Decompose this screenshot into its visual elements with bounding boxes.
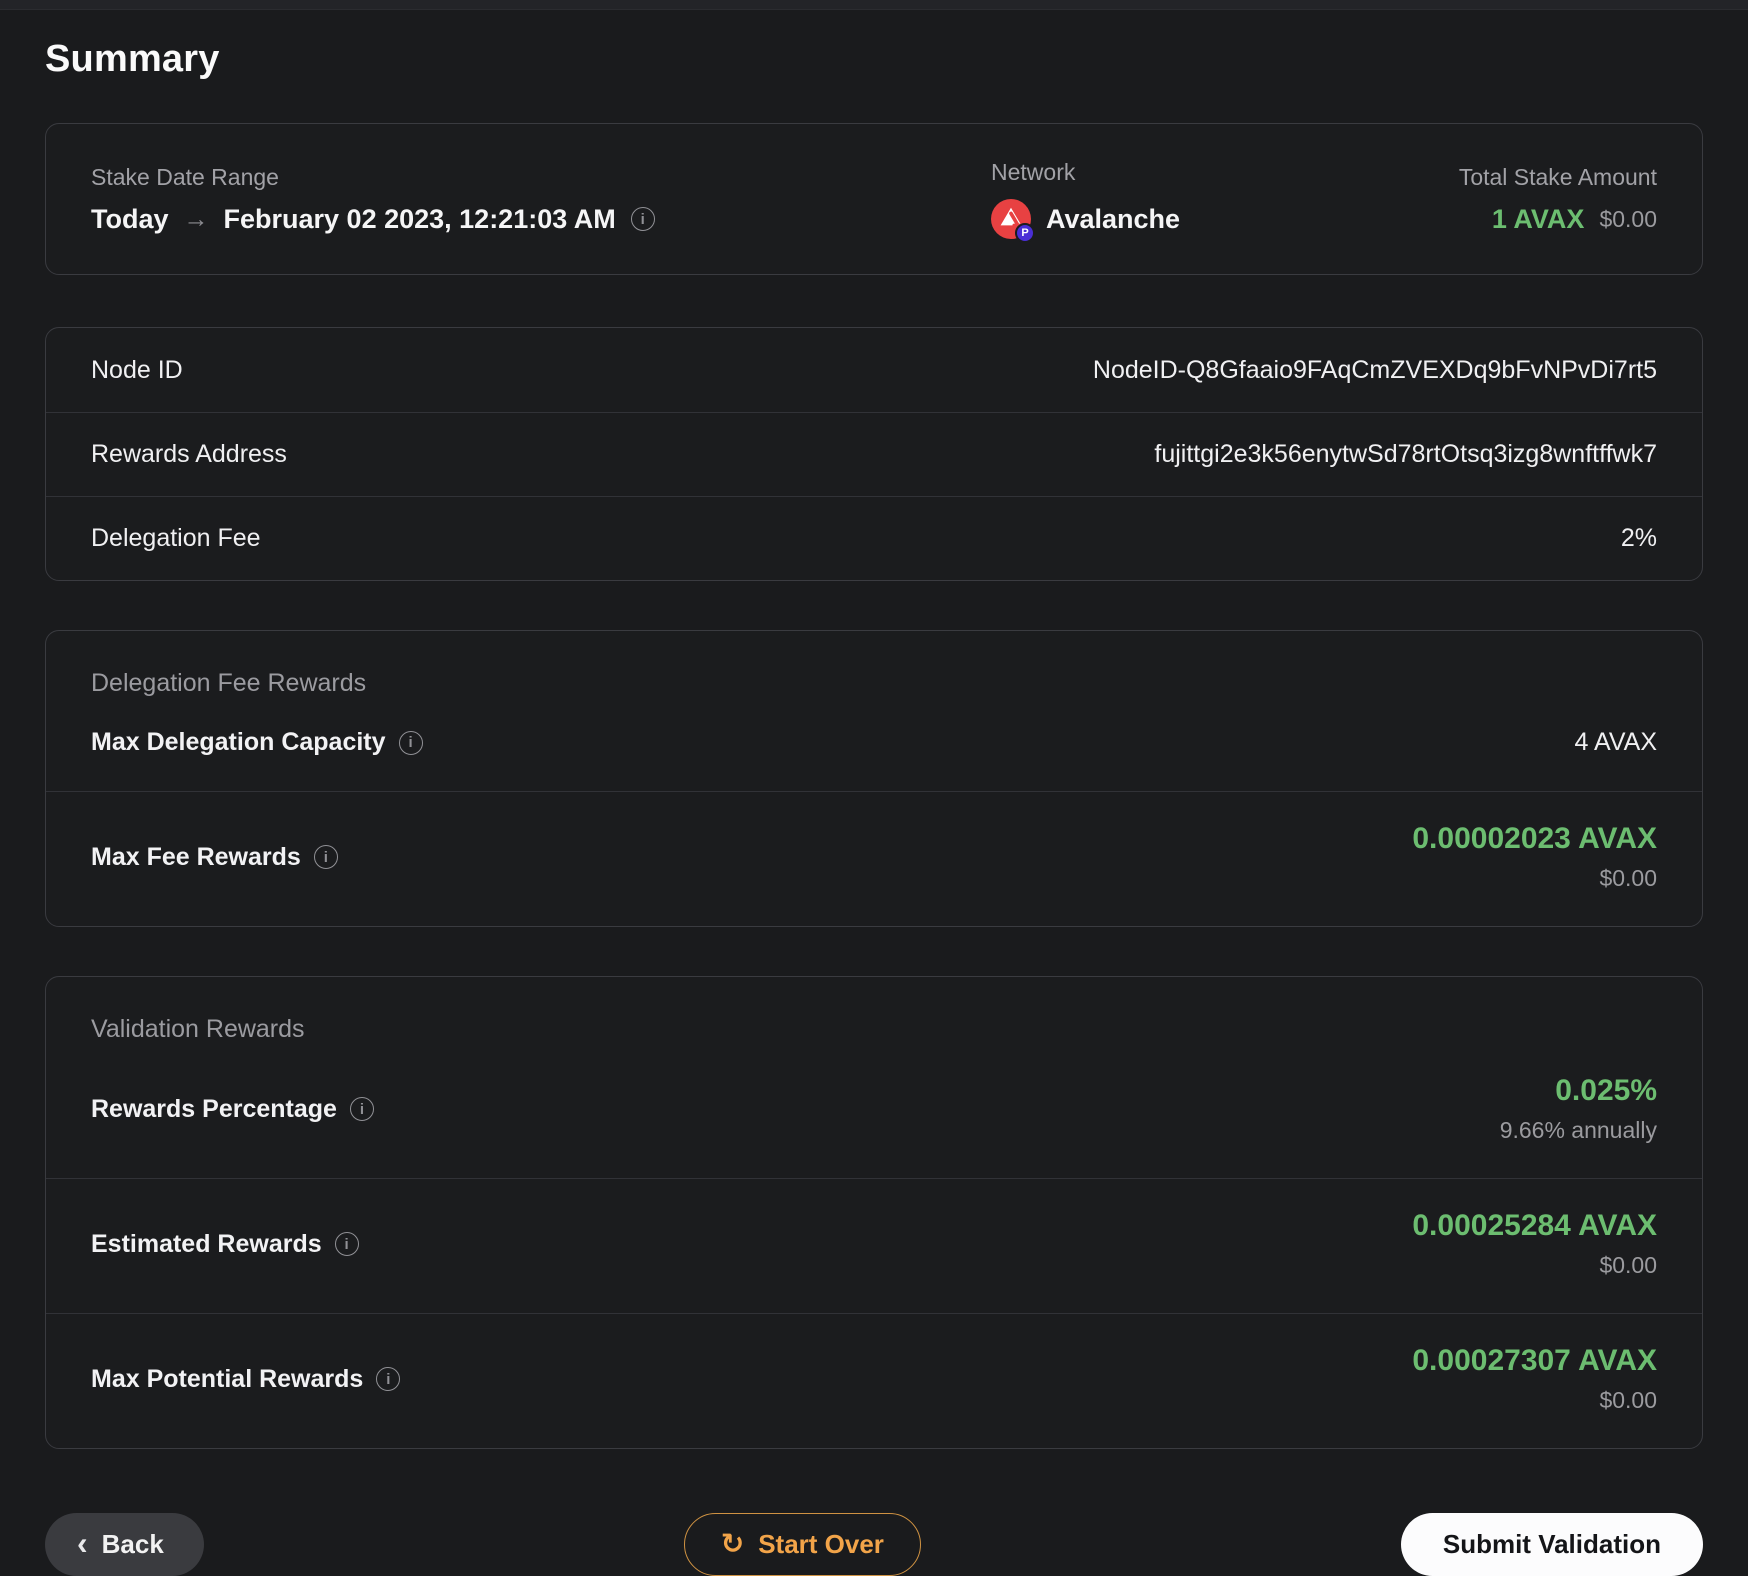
table-row-delegation-fee: Delegation Fee 2%	[46, 496, 1702, 580]
start-over-button[interactable]: ↻ Start Over	[683, 1513, 921, 1576]
info-icon[interactable]: i	[398, 730, 423, 755]
row-max-fee-rewards: Max Fee Rewards i 0.00002023 AVAX $0.00	[46, 791, 1702, 926]
max-delegation-capacity-label: Max Delegation Capacity i	[91, 728, 423, 757]
stake-to: February 02 2023, 12:21:03 AM	[223, 203, 616, 234]
max-fee-rewards-text: Max Fee Rewards	[91, 842, 301, 871]
p-chain-badge: P	[1015, 223, 1035, 243]
rewards-percentage-value: 0.025%	[1555, 1074, 1657, 1107]
submit-validation-label: Submit Validation	[1442, 1529, 1661, 1559]
max-fee-rewards-usd: $0.00	[1599, 865, 1657, 891]
row-max-delegation-capacity: Max Delegation Capacity i 4 AVAX	[46, 698, 1702, 791]
validation-rewards-card: Validation Rewards Rewards Percentage i …	[45, 976, 1703, 1449]
table-row-node-id: Node ID NodeID-Q8Gfaaio9FAqCmZVEXDq9bFvN…	[46, 328, 1702, 412]
estimated-rewards-usd: $0.00	[1599, 1252, 1657, 1278]
total-stake-label: Total Stake Amount	[1458, 163, 1657, 190]
delegation-fee-value: 2%	[1620, 524, 1657, 552]
avalanche-network-icon: P	[991, 199, 1035, 243]
row-estimated-rewards: Estimated Rewards i 0.00025284 AVAX $0.0…	[46, 1178, 1702, 1313]
page-title: Summary	[45, 38, 220, 80]
max-potential-rewards-usd: $0.00	[1599, 1387, 1657, 1413]
rewards-percentage-label: Rewards Percentage i	[91, 1095, 374, 1124]
max-delegation-capacity-value: 4 AVAX	[1574, 728, 1657, 756]
start-over-button-label: Start Over	[758, 1529, 884, 1559]
footer-actions: ‹ Back ↻ Start Over Submit Validation	[45, 1513, 1703, 1576]
validation-rewards-title: Validation Rewards	[91, 1015, 305, 1043]
rewards-address-value: fujittgi2e3k56enytwSd78rtOtsq3izg8wnftff…	[1154, 440, 1657, 468]
total-stake-amount: 1 AVAX	[1491, 203, 1585, 234]
network-value: P Avalanche	[991, 199, 1459, 243]
arrow-right-icon: →	[183, 204, 209, 233]
top-edge-strip	[0, 0, 1748, 10]
stake-date-range-block: Stake Date Range Today → February 02 202…	[91, 164, 991, 235]
max-potential-rewards-value-block: 0.00027307 AVAX $0.00	[1412, 1344, 1657, 1414]
network-name: Avalanche	[1046, 203, 1181, 234]
estimated-rewards-label: Estimated Rewards i	[91, 1230, 359, 1259]
info-icon[interactable]: i	[630, 207, 655, 231]
node-id-value: NodeID-Q8Gfaaio9FAqCmZVEXDq9bFvNPvDi7rt5	[1092, 355, 1657, 384]
info-icon[interactable]: i	[334, 1232, 359, 1256]
rewards-percentage-text: Rewards Percentage	[91, 1094, 337, 1123]
delegation-fee-rewards-card: Delegation Fee Rewards Max Delegation Ca…	[45, 630, 1703, 927]
max-delegation-capacity-text: Max Delegation Capacity	[91, 728, 386, 756]
refresh-icon: ↻	[720, 1527, 745, 1559]
table-row-rewards-address: Rewards Address fujittgi2e3k56enytwSd78r…	[46, 412, 1702, 496]
info-icon[interactable]: i	[376, 1367, 401, 1391]
estimated-rewards-value: 0.00025284 AVAX	[1412, 1209, 1657, 1242]
info-icon[interactable]: i	[313, 845, 338, 869]
back-button[interactable]: ‹ Back	[45, 1513, 204, 1576]
overview-card: Stake Date Range Today → February 02 202…	[45, 123, 1703, 275]
max-potential-rewards-text: Max Potential Rewards	[91, 1364, 364, 1393]
estimated-rewards-text: Estimated Rewards	[91, 1229, 322, 1258]
total-stake-value: 1 AVAX $0.00	[1459, 204, 1657, 235]
back-button-label: Back	[101, 1529, 164, 1559]
rewards-address-label: Rewards Address	[91, 440, 287, 468]
max-potential-rewards-label: Max Potential Rewards i	[91, 1364, 401, 1394]
stake-date-range-value: Today → February 02 2023, 12:21:03 AM i	[91, 204, 991, 235]
estimated-rewards-value-block: 0.00025284 AVAX $0.00	[1412, 1209, 1657, 1279]
network-label: Network	[991, 159, 1076, 185]
node-id-label: Node ID	[91, 355, 183, 384]
row-max-potential-rewards: Max Potential Rewards i 0.00027307 AVAX …	[46, 1313, 1702, 1448]
delegation-fee-rewards-title: Delegation Fee Rewards	[91, 669, 367, 697]
info-icon[interactable]: i	[349, 1097, 374, 1121]
max-fee-rewards-value-block: 0.00002023 AVAX $0.00	[1412, 822, 1657, 892]
stake-date-range-label: Stake Date Range	[91, 163, 279, 190]
max-fee-rewards-label: Max Fee Rewards i	[91, 843, 338, 872]
stake-from: Today	[91, 203, 169, 234]
network-block: Network P Avalanche	[991, 159, 1459, 243]
total-stake-block: Total Stake Amount 1 AVAX $0.00	[1459, 164, 1657, 235]
total-stake-usd: $0.00	[1599, 205, 1657, 232]
rewards-percentage-value-block: 0.025% 9.66% annually	[1500, 1074, 1657, 1144]
rewards-percentage-annual: 9.66% annually	[1499, 1117, 1657, 1143]
submit-validation-button[interactable]: Submit Validation	[1400, 1513, 1703, 1576]
max-potential-rewards-value: 0.00027307 AVAX	[1412, 1344, 1657, 1377]
chevron-left-icon: ‹	[77, 1524, 88, 1561]
max-fee-rewards-value: 0.00002023 AVAX	[1412, 822, 1657, 855]
details-card: Node ID NodeID-Q8Gfaaio9FAqCmZVEXDq9bFvN…	[45, 327, 1703, 581]
delegation-fee-label: Delegation Fee	[91, 524, 261, 552]
row-rewards-percentage: Rewards Percentage i 0.025% 9.66% annual…	[46, 1044, 1702, 1178]
